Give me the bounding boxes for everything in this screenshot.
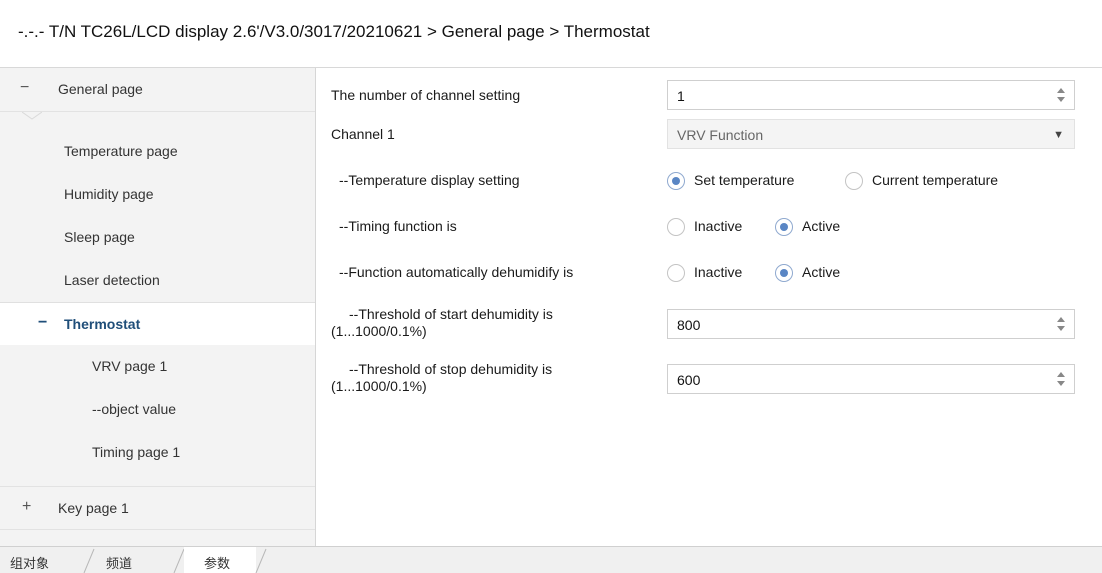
sidebar-item-label: General page <box>58 81 143 97</box>
tab-parameters[interactable]: 参数 <box>184 547 256 573</box>
sidebar-item-label: Timing page 1 <box>92 444 181 460</box>
dehumidify-label: --Function automatically dehumidify is <box>339 264 574 280</box>
sidebar-item-label: --object value <box>92 401 177 417</box>
sidebar-item-object-value[interactable]: --object value <box>0 388 315 432</box>
sidebar-item-laser-detection[interactable]: Laser detection <box>0 259 315 303</box>
sidebar-item-label: Humidity page <box>64 186 154 202</box>
spin-arrows-icon[interactable] <box>1056 370 1066 388</box>
channel-count-spinner[interactable]: 1 <box>667 80 1075 110</box>
sidebar-item-label: Temperature page <box>64 143 178 159</box>
dehumidify-radio-group: Inactive Active <box>667 261 887 285</box>
sidebar-item-label: Laser detection <box>64 272 160 288</box>
channel-count-value: 1 <box>677 88 685 104</box>
breadcrumb: -.-.- T/N TC26L/LCD display 2.6'/V3.0/30… <box>18 22 650 41</box>
parameter-panel: The number of channel setting 1 Channel … <box>317 68 1102 546</box>
radio-current-temperature[interactable]: Current temperature <box>845 169 1055 193</box>
radio-label: Set temperature <box>694 172 795 188</box>
timing-label: --Timing function is <box>339 218 457 234</box>
radio-timing-active[interactable]: Active <box>775 215 865 239</box>
radio-label: Active <box>802 264 841 280</box>
radio-set-temperature[interactable]: Set temperature <box>667 169 832 193</box>
sidebar-item-timing-page-1[interactable]: Timing page 1 <box>0 431 315 475</box>
radio-checked-icon[interactable] <box>667 172 685 190</box>
radio-unchecked-icon[interactable] <box>845 172 863 190</box>
stop-threshold-label-line2: (1...1000/0.1%) <box>331 378 427 394</box>
spin-arrows-icon[interactable] <box>1056 86 1066 104</box>
sidebar-item-label: Thermostat <box>64 316 141 332</box>
radio-label: Current temperature <box>872 172 999 188</box>
radio-label: Inactive <box>694 264 743 280</box>
channel-count-label: The number of channel setting <box>331 87 521 103</box>
sidebar-item-sleep-page[interactable]: Sleep page <box>0 216 315 260</box>
collapse-icon[interactable]: − <box>38 314 47 332</box>
tab-divider <box>255 548 267 573</box>
sidebar-item-label: Key page 1 <box>58 500 129 516</box>
tab-channel[interactable]: 频道 <box>92 547 180 573</box>
radio-unchecked-icon[interactable] <box>667 264 685 282</box>
radio-dehumidify-inactive[interactable]: Inactive <box>667 261 767 285</box>
bottom-tab-bar: 组对象 频道 参数 <box>0 546 1102 573</box>
start-threshold-value: 800 <box>677 317 701 333</box>
radio-timing-inactive[interactable]: Inactive <box>667 215 767 239</box>
channel1-label: Channel 1 <box>331 126 395 142</box>
radio-label: Inactive <box>694 218 743 234</box>
spin-arrows-icon[interactable] <box>1056 315 1066 333</box>
title-bar: -.-.- T/N TC26L/LCD display 2.6'/V3.0/30… <box>0 0 1102 68</box>
tab-group-objects[interactable]: 组对象 <box>0 547 90 573</box>
radio-checked-icon[interactable] <box>775 264 793 282</box>
timing-radio-group: Inactive Active <box>667 215 887 239</box>
radio-label: Active <box>802 218 841 234</box>
channel1-value: VRV Function <box>677 127 764 143</box>
start-threshold-spinner[interactable]: 800 <box>667 309 1075 339</box>
sidebar: − General page Temperature page Humidity… <box>0 68 316 546</box>
temp-display-label: --Temperature display setting <box>339 172 520 188</box>
sidebar-item-general-page[interactable]: − General page <box>0 68 315 120</box>
stop-threshold-label-line1: --Threshold of stop dehumidity is <box>349 361 553 377</box>
radio-unchecked-icon[interactable] <box>667 218 685 236</box>
start-threshold-label-line2: (1...1000/0.1%) <box>331 323 427 339</box>
channel1-select[interactable]: VRV Function ▼ <box>667 119 1075 149</box>
temp-display-radio-group: Set temperature Current temperature <box>667 169 1087 193</box>
tab-label: 组对象 <box>10 556 50 571</box>
tab-label: 参数 <box>204 556 231 571</box>
sidebar-item-label: Sleep page <box>64 229 135 245</box>
expand-icon[interactable]: + <box>22 498 31 516</box>
tab-label: 频道 <box>106 556 133 571</box>
start-threshold-label: --Threshold of start dehumidity is (1...… <box>331 306 553 340</box>
sidebar-item-humidity-page[interactable]: Humidity page <box>0 173 315 217</box>
stop-threshold-spinner[interactable]: 600 <box>667 364 1075 394</box>
chevron-down-icon[interactable]: ▼ <box>1053 129 1064 141</box>
notch-icon <box>22 112 42 120</box>
sidebar-item-label: VRV page 1 <box>92 358 168 374</box>
sidebar-item-temperature-page[interactable]: Temperature page <box>0 130 315 174</box>
radio-dehumidify-active[interactable]: Active <box>775 261 865 285</box>
stop-threshold-label: --Threshold of stop dehumidity is (1...1… <box>331 361 552 395</box>
radio-checked-icon[interactable] <box>775 218 793 236</box>
collapse-icon[interactable]: − <box>20 79 29 97</box>
stop-threshold-value: 600 <box>677 372 701 388</box>
sidebar-item-vrv-page-1[interactable]: VRV page 1 <box>0 345 315 389</box>
start-threshold-label-line1: --Threshold of start dehumidity is <box>349 306 553 322</box>
sidebar-item-thermostat[interactable]: − Thermostat <box>0 302 315 346</box>
sidebar-item-key-page-1[interactable]: + Key page 1 <box>0 486 315 530</box>
